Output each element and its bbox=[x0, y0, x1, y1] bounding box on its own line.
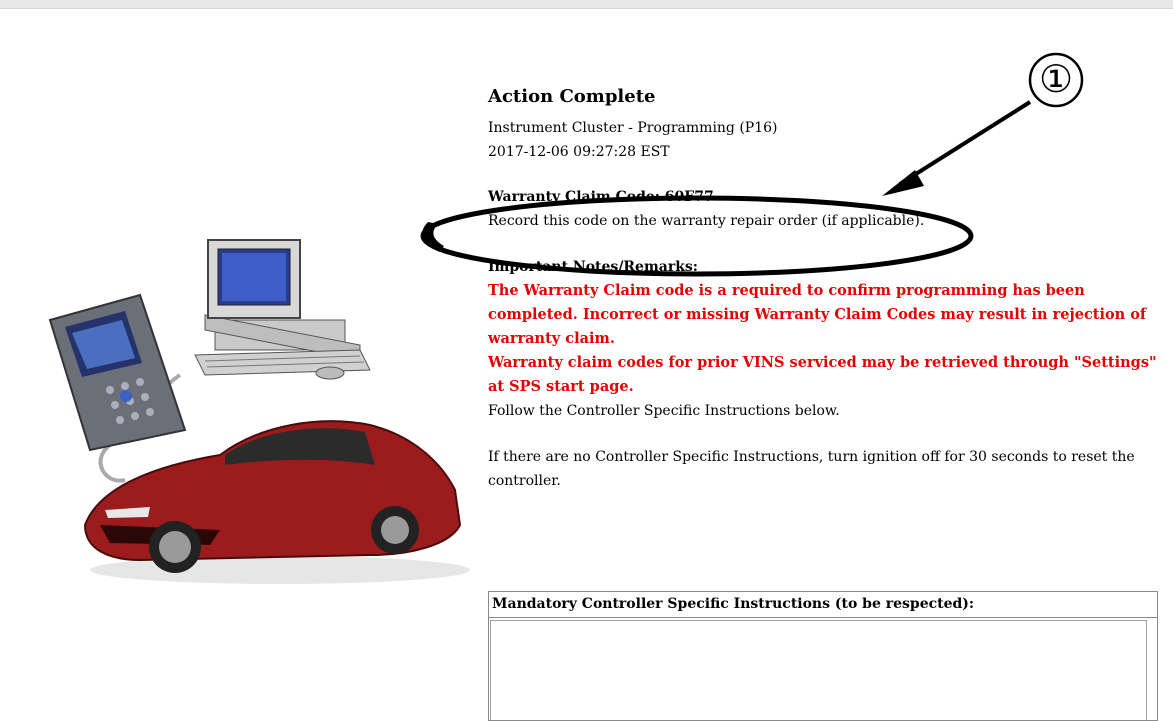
reset-instructions-text: If there are no Controller Specific Inst… bbox=[488, 449, 1135, 489]
follow-instructions-text: Follow the Controller Specific Instructi… bbox=[488, 403, 840, 419]
controller-instructions-panel: Mandatory Controller Specific Instructio… bbox=[488, 591, 1158, 721]
scan-tool-icon bbox=[48, 293, 187, 452]
page-title: Action Complete bbox=[488, 86, 656, 107]
notes-heading: Important Notes/Remarks: bbox=[488, 259, 698, 275]
warranty-claim-block: Warranty Claim Code: 60F77 Record this c… bbox=[488, 185, 1158, 233]
top-toolbar-strip bbox=[0, 0, 1173, 9]
completion-timestamp: 2017-12-06 09:27:28 EST bbox=[488, 144, 670, 160]
warranty-instruction: Record this code on the warranty repair … bbox=[488, 213, 925, 229]
sports-car-icon bbox=[83, 420, 470, 584]
desktop-computer-icon bbox=[194, 239, 371, 380]
warning-prior-vins: Warranty claim codes for prior VINS serv… bbox=[488, 354, 1157, 395]
warning-required-code: The Warranty Claim code is a required to… bbox=[488, 282, 1147, 347]
controller-instructions-header: Mandatory Controller Specific Instructio… bbox=[489, 592, 1157, 618]
warranty-claim-code: Warranty Claim Code: 60F77 bbox=[488, 189, 714, 205]
programming-setup-illustration bbox=[48, 239, 470, 584]
action-complete-panel: Action Complete Instrument Cluster - Pro… bbox=[488, 80, 1158, 493]
module-name: Instrument Cluster - Programming (P16) bbox=[488, 120, 778, 136]
controller-instructions-textarea[interactable] bbox=[490, 620, 1147, 720]
